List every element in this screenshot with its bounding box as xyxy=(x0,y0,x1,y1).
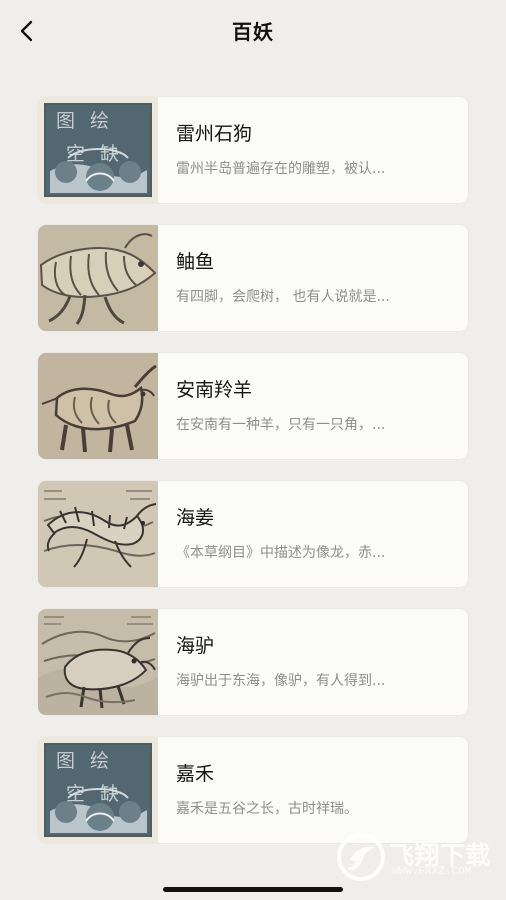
item-text: 安南羚羊 在安南有一种羊，只有一只角，... xyxy=(176,378,452,435)
page: 百妖 图 绘 空 缺 雷州石狗 雷州半岛普遍存在的雕塑，被认... 鲉鱼 有四脚… xyxy=(0,0,506,900)
item-text: 海驴 海驴出于东海，像驴，有人得到... xyxy=(176,634,452,691)
thumbnail-image: 图 绘 空 缺 xyxy=(38,737,158,843)
list-item[interactable]: 鲉鱼 有四脚，会爬树， 也有人说就是... xyxy=(38,225,468,331)
svg-text:图: 图 xyxy=(56,750,75,772)
list-item[interactable]: 图 绘 空 缺 雷州石狗 雷州半岛普遍存在的雕塑，被认... xyxy=(38,97,468,203)
item-title: 安南羚羊 xyxy=(176,379,253,401)
list-item[interactable]: 海驴 海驴出于东海，像驴，有人得到... xyxy=(38,609,468,715)
svg-text:空: 空 xyxy=(66,143,85,165)
thumbnail-image xyxy=(38,225,158,331)
item-text: 鲉鱼 有四脚，会爬树， 也有人说就是... xyxy=(176,250,452,307)
item-description: 有四脚，会爬树， 也有人说就是... xyxy=(176,289,390,305)
thumbnail-image xyxy=(38,481,158,587)
item-title: 海驴 xyxy=(176,635,215,657)
home-indicator[interactable] xyxy=(163,887,343,892)
item-description: 嘉禾是五谷之长，古时祥瑞。 xyxy=(176,801,358,817)
svg-text:绘: 绘 xyxy=(90,110,109,132)
item-description: 雷州半岛普遍存在的雕塑，被认... xyxy=(176,161,386,177)
item-title: 海姜 xyxy=(176,507,215,529)
svg-text:缺: 缺 xyxy=(100,143,119,165)
item-description: 在安南有一种羊，只有一只角，... xyxy=(176,417,386,433)
list-item[interactable]: 安南羚羊 在安南有一种羊，只有一只角，... xyxy=(38,353,468,459)
svg-text:缺: 缺 xyxy=(100,783,119,805)
svg-text:空: 空 xyxy=(66,783,85,805)
list-item[interactable]: 图 绘 空 缺 嘉禾 嘉禾是五谷之长，古时祥瑞。 xyxy=(38,737,468,843)
list-item[interactable]: 海姜 《本草纲目》中描述为像龙，赤... xyxy=(38,481,468,587)
item-title: 鲉鱼 xyxy=(176,251,215,273)
page-title: 百妖 xyxy=(232,20,274,44)
item-description: 海驴出于东海，像驴，有人得到... xyxy=(176,673,386,689)
item-text: 嘉禾 嘉禾是五谷之长，古时祥瑞。 xyxy=(176,762,452,819)
header-bar: 百妖 xyxy=(0,0,506,62)
thumbnail-image xyxy=(38,353,158,459)
thumbnail-image xyxy=(38,609,158,715)
item-title: 雷州石狗 xyxy=(176,123,253,145)
item-text: 海姜 《本草纲目》中描述为像龙，赤... xyxy=(176,506,452,563)
item-title: 嘉禾 xyxy=(176,763,215,785)
item-text: 雷州石狗 雷州半岛普遍存在的雕塑，被认... xyxy=(176,122,452,179)
svg-text:图: 图 xyxy=(56,110,75,132)
thumbnail-image: 图 绘 空 缺 xyxy=(38,97,158,203)
item-description: 《本草纲目》中描述为像龙，赤... xyxy=(176,545,386,561)
watermark-url: WWW.FXXZ.COM xyxy=(392,866,472,878)
svg-text:绘: 绘 xyxy=(90,750,109,772)
